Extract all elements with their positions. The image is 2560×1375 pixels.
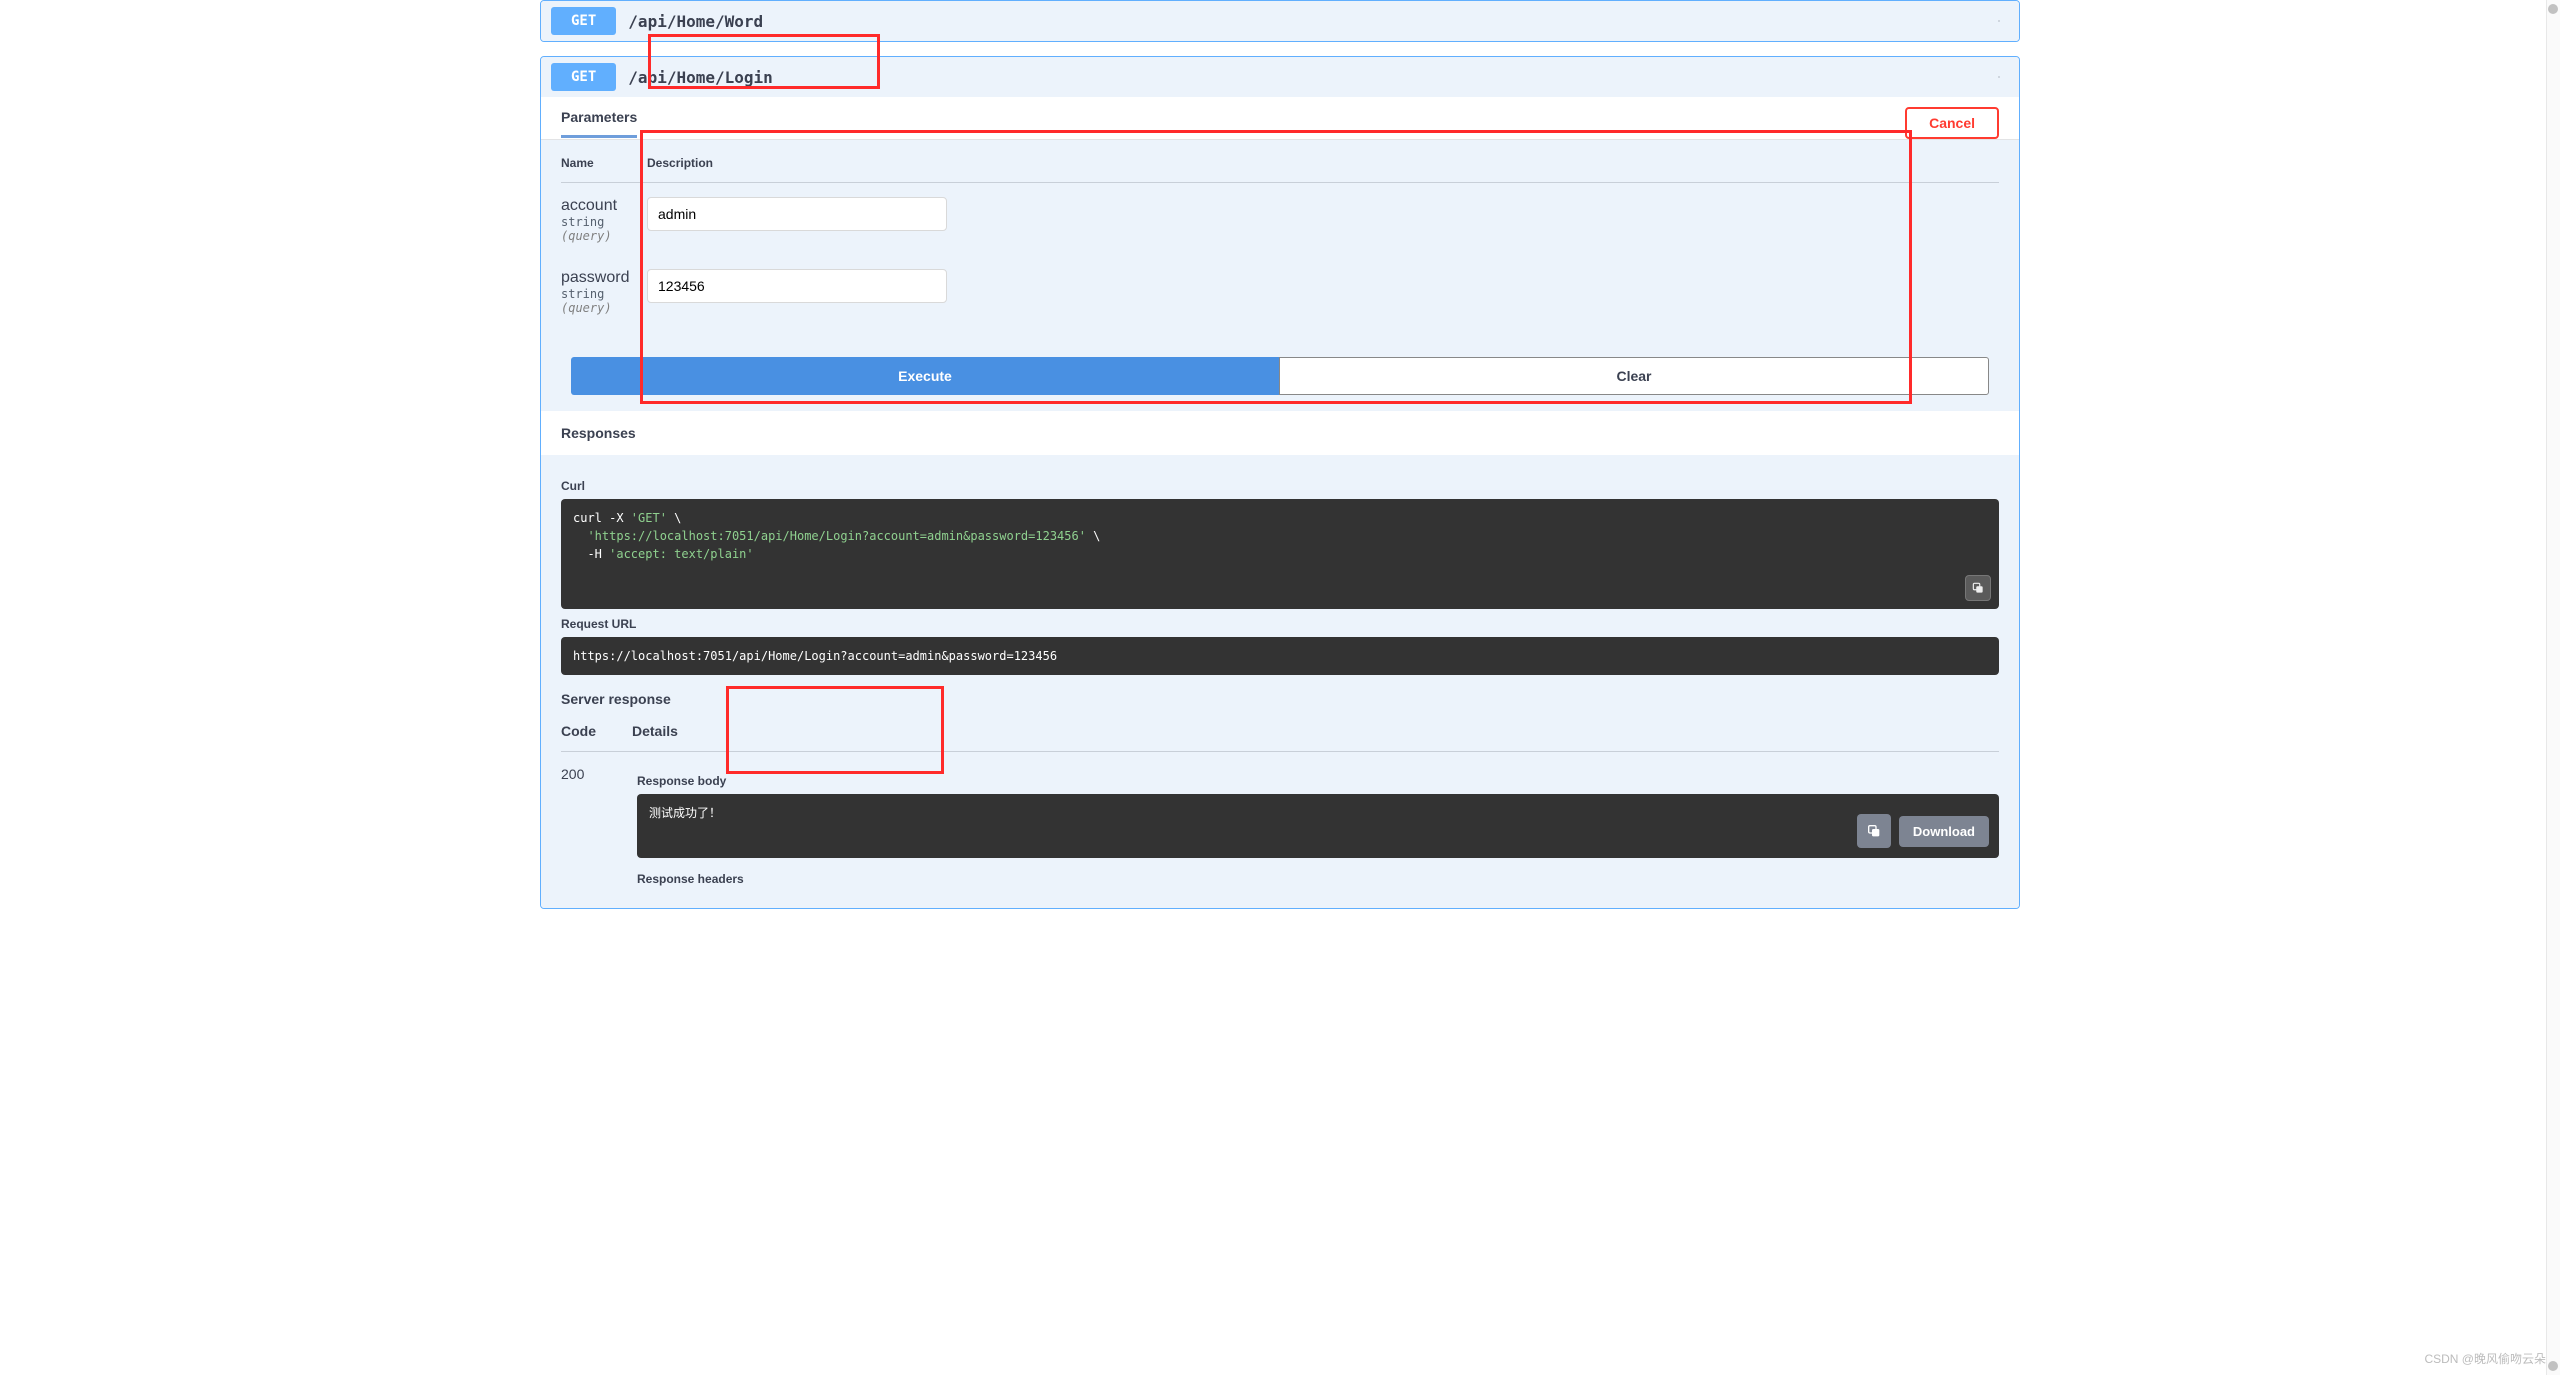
response-body-label: Response body xyxy=(637,774,1999,788)
copy-icon[interactable] xyxy=(1857,814,1891,848)
param-name: password xyxy=(561,269,647,287)
request-url-block: https://localhost:7051/api/Home/Login?ac… xyxy=(561,637,1999,675)
status-code: 200 xyxy=(561,766,601,782)
curl-text: 'GET' xyxy=(631,511,667,525)
method-badge: GET xyxy=(551,63,616,91)
param-name: account xyxy=(561,197,647,215)
curl-text: curl -X xyxy=(573,511,631,525)
copy-icon[interactable] xyxy=(1965,575,1991,601)
curl-label: Curl xyxy=(561,479,1999,493)
response-table-header: Code Details xyxy=(561,713,1999,752)
scrollbar-track[interactable] xyxy=(2546,0,2560,1375)
response-body-block: 测试成功了！ Download xyxy=(637,794,1999,858)
password-input[interactable] xyxy=(647,269,947,303)
download-button[interactable]: Download xyxy=(1899,816,1989,847)
watermark: CSDN @晚风偷吻云朵 xyxy=(2424,1350,2546,1367)
column-description: Description xyxy=(647,156,713,170)
curl-text xyxy=(573,529,587,543)
param-row-password: password string (query) xyxy=(561,269,1999,315)
endpoint-login-summary[interactable]: GET /api/Home/Login xyxy=(541,57,2019,97)
curl-block: curl -X 'GET' \ 'https://localhost:7051/… xyxy=(561,499,1999,609)
scroll-down-icon[interactable] xyxy=(2548,1361,2558,1371)
param-in: (query) xyxy=(561,229,647,243)
server-response-label: Server response xyxy=(561,691,1999,707)
param-in: (query) xyxy=(561,301,647,315)
curl-text: \ xyxy=(667,511,681,525)
endpoint-path: /api/Home/Login xyxy=(616,68,1989,87)
cancel-button[interactable]: Cancel xyxy=(1905,107,1999,139)
curl-text: 'accept: text/plain' xyxy=(609,547,754,561)
endpoint-login: GET /api/Home/Login Parameters Cancel Na… xyxy=(540,56,2020,909)
response-headers-label: Response headers xyxy=(637,872,1999,886)
param-type: string xyxy=(561,287,647,301)
parameters-header: Parameters Cancel xyxy=(541,97,2019,140)
endpoint-word[interactable]: GET /api/Home/Word xyxy=(540,0,2020,42)
param-type: string xyxy=(561,215,647,229)
response-body-text: 测试成功了！ xyxy=(649,806,721,820)
method-badge: GET xyxy=(551,7,616,35)
chevron-down-icon[interactable] xyxy=(1989,11,2009,31)
response-row: 200 Response body 测试成功了！ Download Respon… xyxy=(561,766,1999,892)
column-code: Code xyxy=(561,723,596,739)
curl-text: \ xyxy=(1086,529,1100,543)
column-details: Details xyxy=(632,723,678,739)
param-row-account: account string (query) xyxy=(561,197,1999,243)
endpoint-path: /api/Home/Word xyxy=(616,12,1989,31)
account-input[interactable] xyxy=(647,197,947,231)
curl-text: -H xyxy=(573,547,609,561)
scroll-up-icon[interactable] xyxy=(2548,4,2558,14)
column-name: Name xyxy=(561,156,647,170)
curl-text: 'https://localhost:7051/api/Home/Login?a… xyxy=(587,529,1086,543)
request-url-label: Request URL xyxy=(561,617,1999,631)
clear-button[interactable]: Clear xyxy=(1279,357,1989,395)
tab-parameters[interactable]: Parameters xyxy=(561,109,637,138)
param-table-header: Name Description xyxy=(561,156,1999,183)
execute-button[interactable]: Execute xyxy=(571,357,1279,395)
responses-title: Responses xyxy=(541,411,2019,455)
chevron-up-icon[interactable] xyxy=(1989,67,2009,87)
